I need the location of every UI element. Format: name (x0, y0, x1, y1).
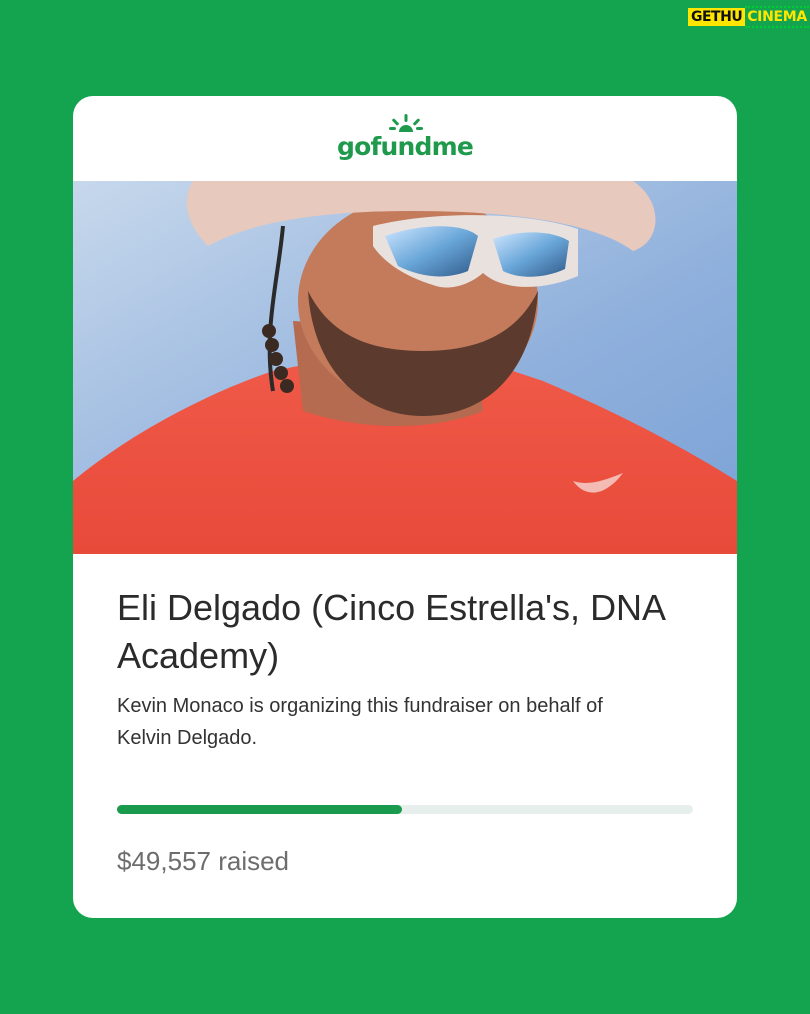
photo-image (73, 181, 737, 554)
brand-wordmark: gofundme (336, 132, 474, 161)
progress-fill (117, 805, 403, 814)
watermark-right-text: CINEMA (745, 6, 809, 28)
fundraiser-title[interactable]: Eli Delgado (Cinco Estrella's, DNA Acade… (117, 584, 697, 680)
organizer-text: Kevin Monaco is organizing this fundrais… (117, 695, 603, 749)
amount-raised: $49,557 raised (117, 846, 290, 876)
fundraiser-details: Eli Delgado (Cinco Estrella's, DNA Acade… (117, 584, 697, 754)
watermark-logo: GETHU CINEMA (688, 4, 809, 30)
fundraiser-photo[interactable] (73, 181, 737, 554)
progress-bar (117, 805, 693, 814)
watermark-left-text: GETHU (688, 8, 746, 26)
fundraiser-card[interactable]: gofundme Eli Delgado (Cinco Estrella's, … (73, 96, 737, 918)
brand-logo[interactable]: gofundme (73, 96, 737, 181)
